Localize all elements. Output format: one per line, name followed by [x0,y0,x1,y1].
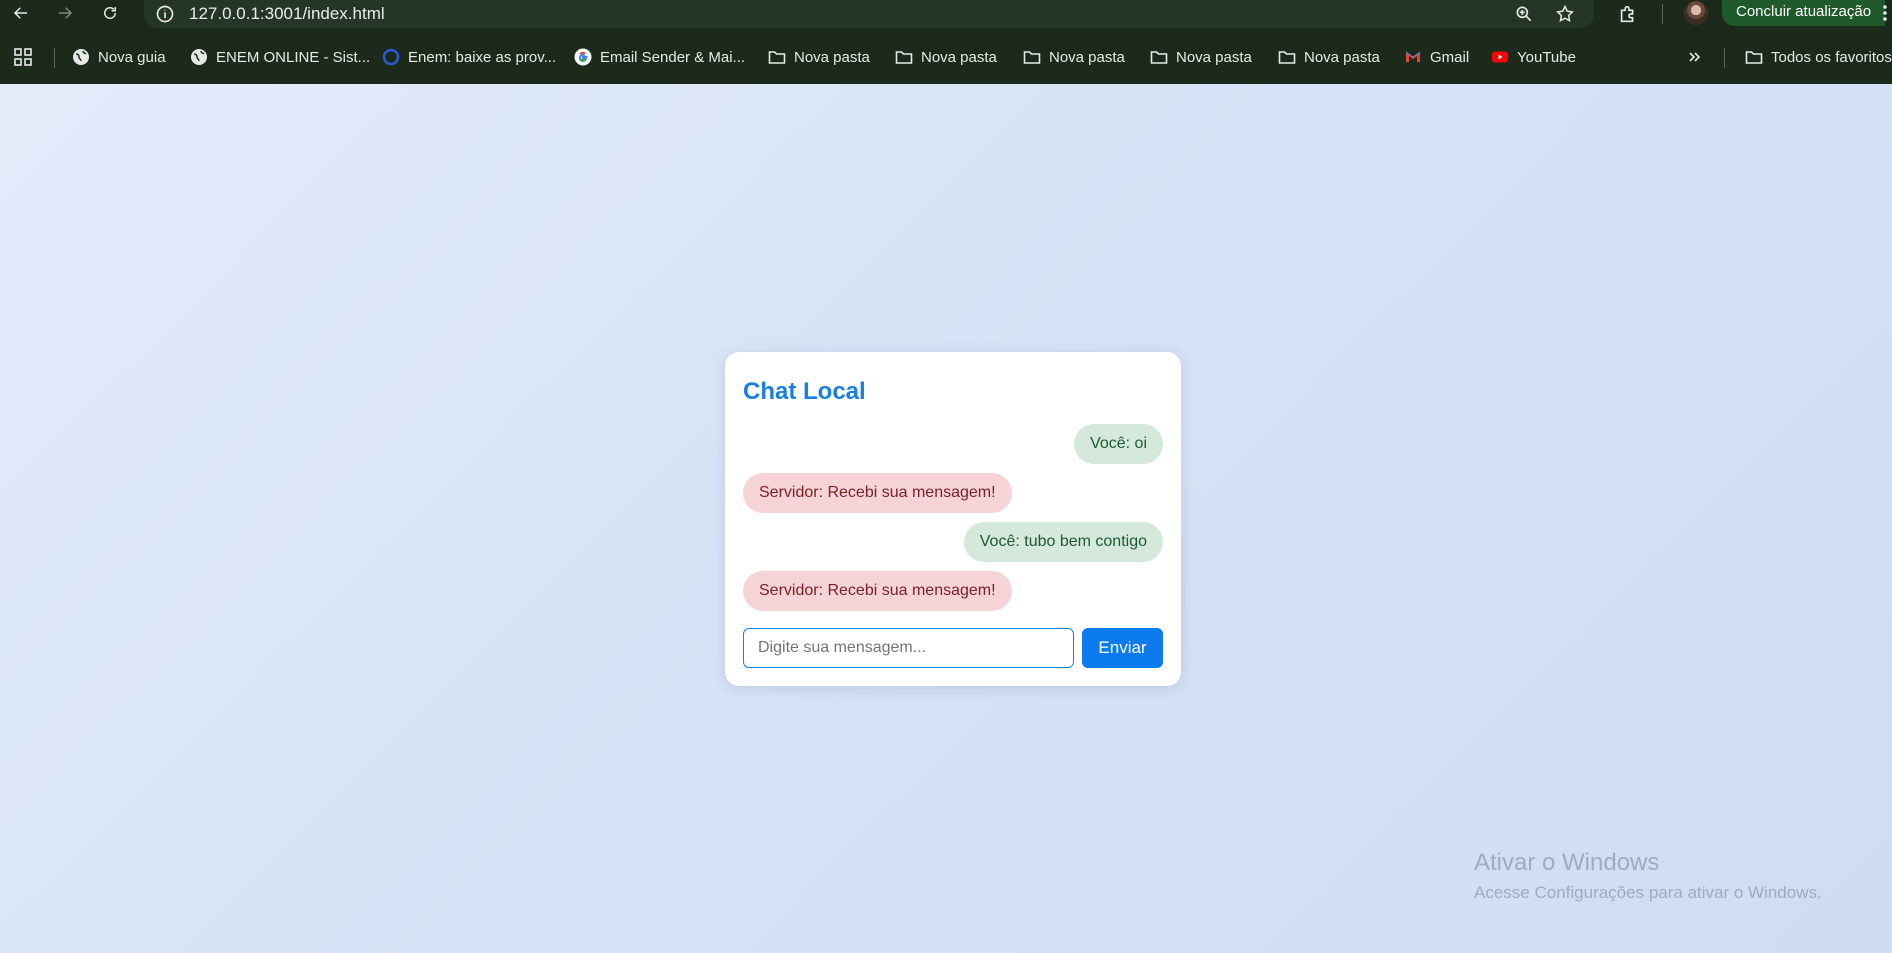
bookmark-label: Nova pasta [1176,48,1252,66]
google-icon [574,48,592,66]
bookmark-label: Email Sender & Mai... [600,48,746,66]
bookmark-gmail[interactable]: Gmail [1404,46,1469,68]
more-bookmarks-button[interactable] [1686,46,1704,68]
forward-button[interactable] [52,1,78,25]
folder-icon [1023,48,1041,66]
bookmark-label: Nova guia [98,48,166,66]
folder-icon [895,48,913,66]
site-icon [382,48,400,66]
folder-icon [1150,48,1168,66]
youtube-icon [1491,48,1509,66]
reload-button[interactable] [97,1,123,25]
bookmark-folder-5[interactable]: Nova pasta [1278,46,1380,68]
chevron-double-right-icon [1686,48,1704,66]
chat-message-server: Servidor: Recebi sua mensagem! [743,571,1012,611]
browser-toolbar: 127.0.0.1:3001/index.html Concluir atual… [0,0,1892,28]
chat-message-me: Você: tubo bem contigo [963,522,1163,562]
globe-icon [190,48,208,66]
apps-grid-icon [14,48,32,66]
chat-card: Chat Local Você: oi Servidor: Recebi sua… [725,352,1181,686]
bookmark-label: Enem: baixe as prov... [408,48,557,66]
menu-kebab-icon[interactable] [1880,2,1890,24]
bookmark-folder-1[interactable]: Nova pasta [768,46,870,68]
globe-icon [72,48,90,66]
toolbar-divider [1662,4,1663,24]
message-input[interactable] [743,628,1074,668]
folder-icon [1278,48,1296,66]
bookmark-label: Gmail [1430,48,1470,66]
gmail-icon [1404,48,1422,66]
url-text[interactable]: 127.0.0.1:3001/index.html [189,4,385,24]
bookmark-enem-provas[interactable]: Enem: baixe as prov... [382,46,556,68]
all-bookmarks-label: Todos os favoritos [1771,48,1892,66]
bookmark-label: ENEM ONLINE - Sist... [216,48,371,66]
bookmark-label: Nova pasta [921,48,997,66]
bookmark-email-sender[interactable]: Email Sender & Mai... [574,46,745,68]
chat-title: Chat Local [743,378,866,405]
windows-activation-title: Ativar o Windows [1474,849,1660,876]
bookmark-nova-guia[interactable]: Nova guia [72,46,166,68]
bookmark-label: Nova pasta [1049,48,1125,66]
forward-arrow-icon [59,7,73,19]
bookmark-star-icon[interactable] [1553,2,1577,26]
bookmark-label: Nova pasta [1304,48,1380,66]
bookmarks-divider [54,48,55,68]
windows-activation-subtitle: Acesse Configurações para ativar o Windo… [1474,883,1822,902]
address-bar[interactable]: 127.0.0.1:3001/index.html [144,0,1594,28]
back-button[interactable] [8,1,34,25]
all-bookmarks-button[interactable]: Todos os favoritos [1745,46,1892,68]
apps-grid-button[interactable] [14,46,32,68]
bookmark-folder-4[interactable]: Nova pasta [1150,46,1252,68]
chat-message-server: Servidor: Recebi sua mensagem! [743,473,1012,513]
folder-icon [768,48,786,66]
bookmark-enem-online[interactable]: ENEM ONLINE - Sist... [190,46,370,68]
bookmarks-divider [1724,48,1725,68]
bookmark-label: YouTube [1517,48,1576,66]
folder-icon [1745,48,1763,66]
update-button[interactable]: Concluir atualização [1722,0,1886,26]
site-info-icon[interactable] [154,3,176,25]
bookmark-folder-3[interactable]: Nova pasta [1023,46,1125,68]
extensions-icon[interactable] [1614,1,1642,27]
bookmarks-bar: Nova guia ENEM ONLINE - Sist... Enem: ba… [0,28,1892,84]
bookmark-folder-2[interactable]: Nova pasta [895,46,997,68]
chat-message-me: Você: oi [1074,424,1163,464]
bookmark-label: Nova pasta [794,48,870,66]
back-arrow-icon [13,7,27,19]
reload-icon [104,7,116,19]
zoom-icon[interactable] [1512,2,1536,26]
send-button[interactable]: Enviar [1082,628,1163,668]
profile-avatar[interactable] [1684,1,1708,25]
bookmark-youtube[interactable]: YouTube [1491,46,1576,68]
